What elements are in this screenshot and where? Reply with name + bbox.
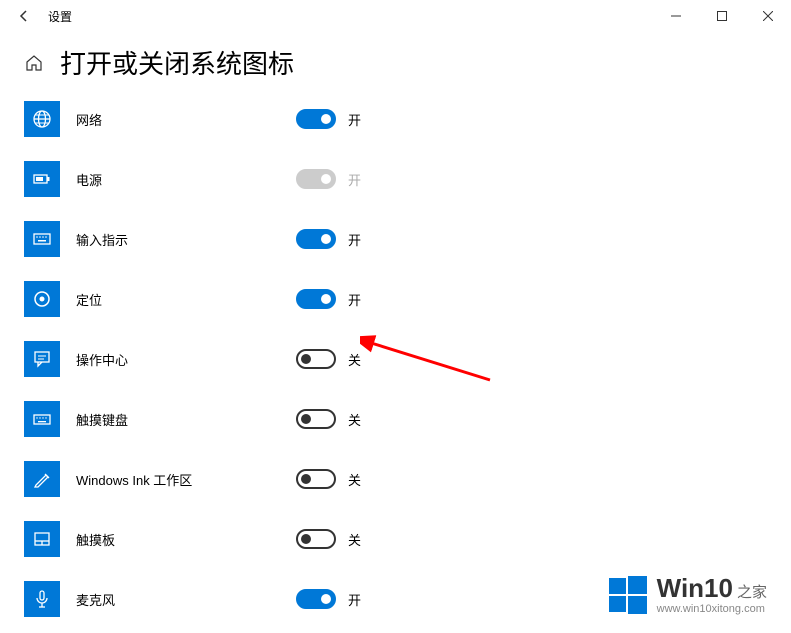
- toggle-microphone[interactable]: [296, 589, 336, 609]
- windows-logo-icon: [609, 576, 647, 614]
- action-center-tile: [24, 341, 60, 377]
- ink-tile: [24, 461, 60, 497]
- watermark-brand-main: Win10: [657, 574, 733, 603]
- touch-keyboard-tile: [24, 401, 60, 437]
- app-name: 设置: [48, 8, 72, 25]
- message-icon: [32, 349, 52, 369]
- maximize-button[interactable]: [699, 0, 745, 32]
- setting-label: 电源: [76, 170, 296, 189]
- setting-label: 定位: [76, 290, 296, 309]
- input-tile: [24, 221, 60, 257]
- home-icon: [25, 54, 43, 72]
- ink-icon: [32, 469, 52, 489]
- toggle-input-indicator[interactable]: [296, 229, 336, 249]
- toggle-state-label: 关: [348, 530, 361, 549]
- setting-label: 触摸键盘: [76, 410, 296, 429]
- toggle-state-label: 开: [348, 170, 361, 189]
- close-icon: [763, 11, 773, 21]
- toggle-state-label: 开: [348, 590, 361, 609]
- setting-label: 触摸板: [76, 530, 296, 549]
- setting-row-network: 网络 开: [24, 89, 767, 149]
- toggle-state-label: 关: [348, 350, 361, 369]
- toggle-state-label: 关: [348, 410, 361, 429]
- setting-label: 麦克风: [76, 590, 296, 609]
- setting-row-windows-ink: Windows Ink 工作区 关: [24, 449, 767, 509]
- setting-row-action-center: 操作中心 关: [24, 329, 767, 389]
- setting-label: 操作中心: [76, 350, 296, 369]
- arrow-left-icon: [17, 9, 31, 23]
- keyboard-icon: [32, 229, 52, 249]
- toggle-state-label: 开: [348, 230, 361, 249]
- toggle-state-label: 开: [348, 110, 361, 129]
- battery-icon: [32, 169, 52, 189]
- setting-row-touch-keyboard: 触摸键盘 关: [24, 389, 767, 449]
- settings-list: 网络 开 电源 开 输入指示 开 定位 开: [0, 89, 791, 629]
- minimize-icon: [671, 11, 681, 21]
- toggle-power: [296, 169, 336, 189]
- mic-icon: [32, 589, 52, 609]
- setting-label: 输入指示: [76, 230, 296, 249]
- close-button[interactable]: [745, 0, 791, 32]
- minimize-button[interactable]: [653, 0, 699, 32]
- network-tile: [24, 101, 60, 137]
- page-title: 打开或关闭系统图标: [60, 44, 294, 81]
- touch-keyboard-icon: [32, 409, 52, 429]
- toggle-touch-keyboard[interactable]: [296, 409, 336, 429]
- setting-label: 网络: [76, 110, 296, 129]
- setting-row-location: 定位 开: [24, 269, 767, 329]
- touchpad-icon: [32, 529, 52, 549]
- toggle-action-center[interactable]: [296, 349, 336, 369]
- toggle-location[interactable]: [296, 289, 336, 309]
- microphone-tile: [24, 581, 60, 617]
- toggle-touchpad[interactable]: [296, 529, 336, 549]
- toggle-network[interactable]: [296, 109, 336, 129]
- toggle-state-label: 关: [348, 470, 361, 489]
- location-tile: [24, 281, 60, 317]
- target-icon: [32, 289, 52, 309]
- home-button[interactable]: [24, 53, 44, 73]
- power-tile: [24, 161, 60, 197]
- setting-row-input-indicator: 输入指示 开: [24, 209, 767, 269]
- setting-row-touchpad: 触摸板 关: [24, 509, 767, 569]
- maximize-icon: [717, 11, 727, 21]
- toggle-state-label: 开: [348, 290, 361, 309]
- setting-label: Windows Ink 工作区: [76, 470, 296, 489]
- watermark-url: www.win10xitong.com: [657, 603, 767, 615]
- toggle-windows-ink[interactable]: [296, 469, 336, 489]
- back-button[interactable]: [8, 0, 40, 32]
- watermark: Win10 之家 www.win10xitong.com: [609, 574, 767, 615]
- globe-icon: [32, 109, 52, 129]
- setting-row-power: 电源 开: [24, 149, 767, 209]
- touchpad-tile: [24, 521, 60, 557]
- watermark-brand-sub: 之家: [737, 585, 767, 602]
